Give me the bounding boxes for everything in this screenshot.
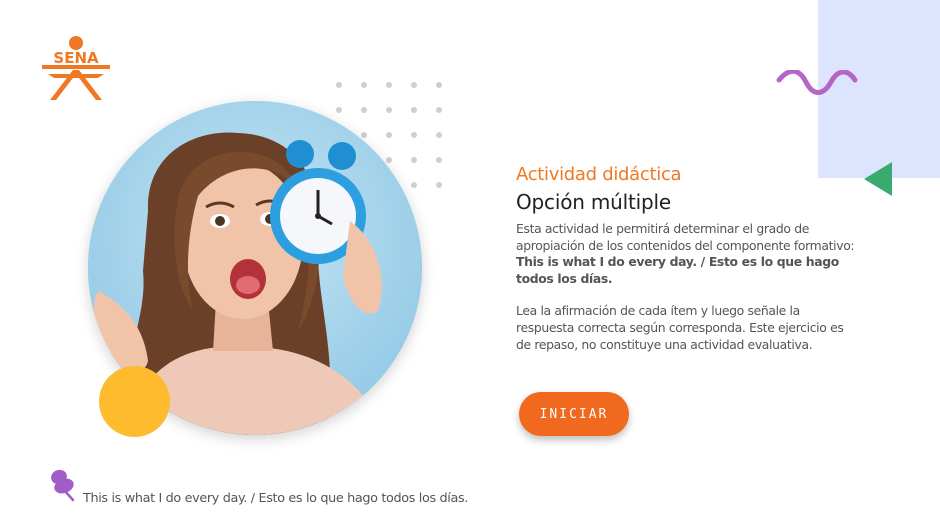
grid-dot (411, 132, 417, 138)
grid-dot (386, 107, 392, 113)
grid-dot (361, 132, 367, 138)
grid-dot (386, 82, 392, 88)
grid-dot (411, 182, 417, 188)
intro-paragraph: Esta actividad le permitirá determinar e… (516, 221, 861, 287)
footer-topic-text: This is what I do every day. / Esto es l… (83, 491, 469, 506)
pushpin-icon (51, 469, 75, 502)
start-button[interactable]: INICIAR (519, 392, 629, 436)
logo-text: SENA (53, 49, 99, 67)
grid-dot (386, 157, 392, 163)
intro-bold-topic: This is what I do every day. / Esto es l… (516, 254, 839, 286)
grid-dot (336, 82, 342, 88)
grid-dot (436, 182, 442, 188)
triangle-left-icon (864, 162, 892, 196)
sena-logo-icon: SENA (42, 36, 110, 100)
grid-dot (411, 107, 417, 113)
wave-decoration-icon (776, 70, 858, 95)
activity-info: Actividad didáctica Opción múltiple Esta… (516, 163, 861, 353)
intro-text: Esta actividad le permitirá determinar e… (516, 221, 855, 253)
grid-dot (361, 107, 367, 113)
grid-dot (386, 132, 392, 138)
grid-dot (436, 107, 442, 113)
grid-dot (411, 82, 417, 88)
grid-dot (436, 82, 442, 88)
activity-kicker: Actividad didáctica (516, 164, 682, 185)
grid-dot (361, 82, 367, 88)
decorative-yellow-circle (99, 366, 170, 437)
grid-dot (336, 107, 342, 113)
instructions-paragraph: Lea la afirmación de cada ítem y luego s… (516, 303, 844, 352)
grid-dot (436, 132, 442, 138)
grid-dot (411, 157, 417, 163)
sena-logo: SENA (40, 34, 112, 102)
grid-dot (436, 157, 442, 163)
activity-title: Opción múltiple (516, 190, 671, 214)
